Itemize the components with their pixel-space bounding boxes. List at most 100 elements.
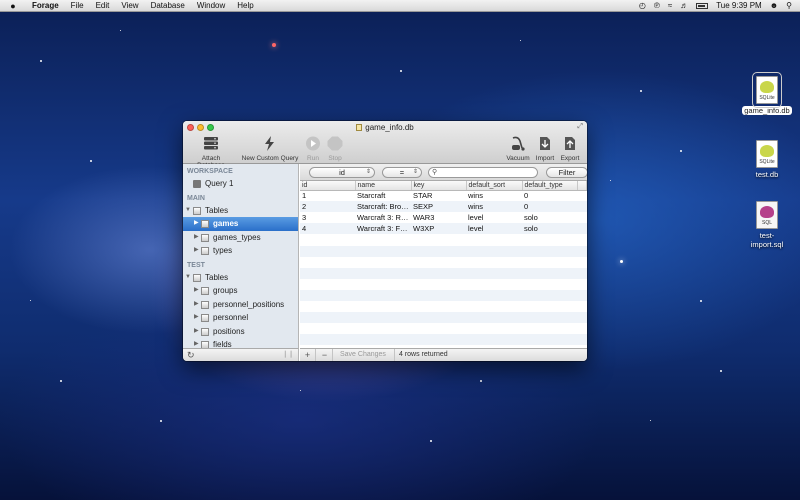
- sidebar-item-positions[interactable]: ▶ positions: [183, 325, 298, 339]
- sidebar-item-main-tables[interactable]: ▼ Tables: [183, 204, 298, 218]
- table-row[interactable]: 1 Starcraft STAR wins 0: [300, 190, 587, 201]
- sidebar-item-fields[interactable]: ▶ fields: [183, 338, 298, 348]
- vacuum-label: Vacuum: [506, 155, 530, 162]
- disclosure-right-icon[interactable]: ▶: [194, 311, 199, 325]
- menu-clock[interactable]: Tue 9:39 PM: [716, 0, 762, 12]
- test-header: TEST: [187, 261, 205, 269]
- table-cell[interactable]: wins: [466, 201, 522, 212]
- menu-window[interactable]: Window: [191, 0, 231, 12]
- table-cell[interactable]: 0: [522, 190, 577, 201]
- table-cell[interactable]: wins: [466, 190, 522, 201]
- sidebar-item-personnel-positions[interactable]: ▶ personnel_positions: [183, 298, 298, 312]
- status-text: 4 rows returned: [394, 349, 448, 361]
- main-header: MAIN: [187, 194, 205, 202]
- run-button[interactable]: Run: [304, 136, 322, 162]
- table-cell[interactable]: STAR: [411, 190, 466, 201]
- run-label: Run: [307, 155, 319, 162]
- battery-icon[interactable]: [696, 2, 709, 9]
- disclosure-right-icon[interactable]: ▶: [194, 244, 199, 258]
- sidebar-item-personnel[interactable]: ▶ personnel: [183, 311, 298, 325]
- tables-icon: [193, 273, 201, 282]
- desktop-file-game-info-db[interactable]: SQLite game_info.db: [739, 72, 795, 115]
- window-titlebar: game_info.db ⤢ Attach Database New Custo…: [183, 121, 587, 169]
- operator-select[interactable]: = ⇕: [382, 167, 422, 178]
- menu-database[interactable]: Database: [145, 0, 191, 12]
- table-cell[interactable]: solo: [522, 223, 577, 234]
- table-cell[interactable]: level: [466, 223, 522, 234]
- user-icon[interactable]: ☻: [770, 0, 778, 12]
- sidebar-item-groups[interactable]: ▶ groups: [183, 284, 298, 298]
- remove-row-button[interactable]: −: [317, 349, 333, 361]
- volume-icon[interactable]: ♬: [680, 0, 688, 12]
- sidebar-item-types[interactable]: ▶ types: [183, 244, 298, 258]
- column-header[interactable]: name: [355, 181, 412, 191]
- new-custom-query-button[interactable]: New Custom Query: [240, 136, 300, 162]
- table-cell[interactable]: WAR3: [411, 212, 466, 223]
- sidebar-item-test-tables[interactable]: ▼ Tables: [183, 271, 298, 285]
- table-cell[interactable]: Warcraft 3: F…: [355, 223, 411, 234]
- disclosure-right-icon[interactable]: ▶: [194, 217, 199, 231]
- filter-button[interactable]: Filter: [546, 167, 587, 178]
- table-icon: [201, 287, 209, 295]
- menu-file[interactable]: File: [65, 0, 90, 12]
- column-header[interactable]: default_type: [522, 181, 578, 191]
- export-icon: [565, 137, 575, 150]
- disclosure-right-icon[interactable]: ▶: [194, 338, 199, 348]
- table-cell[interactable]: solo: [522, 212, 577, 223]
- import-icon: [540, 137, 550, 150]
- sidebar-item-query-1[interactable]: Query 1: [183, 177, 298, 191]
- table-cell[interactable]: Starcraft: [355, 190, 411, 201]
- table-cell[interactable]: 0: [522, 201, 577, 212]
- column-select[interactable]: id ⇕: [309, 167, 375, 178]
- menu-app-name[interactable]: Forage: [26, 0, 65, 12]
- spotlight-icon[interactable]: ⚲: [786, 0, 792, 12]
- menu-edit[interactable]: Edit: [90, 0, 116, 12]
- menu-view[interactable]: View: [115, 0, 144, 12]
- filter-search-field[interactable]: ⚲: [428, 167, 538, 178]
- disclosure-down-icon[interactable]: ▼: [185, 271, 191, 285]
- add-row-button[interactable]: +: [300, 349, 316, 361]
- table-cell[interactable]: level: [466, 212, 522, 223]
- custom-query-label: New Custom Query: [241, 155, 299, 162]
- fullscreen-icon[interactable]: ⤢: [577, 123, 583, 131]
- vacuum-button[interactable]: Vacuum: [505, 136, 531, 162]
- import-button[interactable]: Import: [534, 136, 556, 162]
- desktop-file-test-db[interactable]: SQLite test.db: [739, 140, 795, 179]
- table-row[interactable]: 2 Starcraft: Bro… SEXP wins 0: [300, 201, 587, 212]
- table-cell[interactable]: SEXP: [411, 201, 466, 212]
- export-button[interactable]: Export: [559, 136, 581, 162]
- bluetooth-icon[interactable]: ℗: [654, 0, 660, 12]
- table-cell[interactable]: 1: [300, 190, 355, 201]
- wifi-icon[interactable]: ≈: [668, 0, 672, 12]
- search-input[interactable]: [440, 168, 535, 177]
- apple-menu-icon[interactable]: ●: [0, 1, 26, 11]
- sidebar-item-games-types[interactable]: ▶ games_types: [183, 231, 298, 245]
- table-cell[interactable]: W3XP: [411, 223, 466, 234]
- sidebar-item-games[interactable]: ▶ games: [183, 217, 298, 231]
- table-row[interactable]: 4 Warcraft 3: F… W3XP level solo: [300, 223, 587, 234]
- time-machine-icon[interactable]: ◴: [639, 0, 646, 12]
- disclosure-down-icon[interactable]: ▼: [185, 204, 191, 218]
- column-header[interactable]: id: [300, 181, 356, 191]
- column-header[interactable]: key: [411, 181, 467, 191]
- disclosure-right-icon[interactable]: ▶: [194, 284, 199, 298]
- table-cell[interactable]: Starcraft: Bro…: [355, 201, 411, 212]
- save-changes-button[interactable]: Save Changes: [340, 349, 386, 361]
- resize-grip-icon[interactable]: ❘❘: [282, 349, 294, 361]
- stop-button[interactable]: Stop: [326, 136, 344, 162]
- disclosure-right-icon[interactable]: ▶: [194, 231, 199, 245]
- refresh-icon[interactable]: ↻: [187, 349, 195, 361]
- disclosure-right-icon[interactable]: ▶: [194, 325, 199, 339]
- menu-help[interactable]: Help: [231, 0, 259, 12]
- table-row[interactable]: 3 Warcraft 3: R… WAR3 level solo: [300, 212, 587, 223]
- column-header[interactable]: default_sort: [466, 181, 523, 191]
- table-cell[interactable]: Warcraft 3: R…: [355, 212, 411, 223]
- table-cell[interactable]: 4: [300, 223, 355, 234]
- table-cell[interactable]: 3: [300, 212, 355, 223]
- disclosure-right-icon[interactable]: ▶: [194, 298, 199, 312]
- table-cell[interactable]: 2: [300, 201, 355, 212]
- table-icon: [201, 327, 209, 336]
- desktop-file-test-import-sql[interactable]: SQL test- import.sql: [739, 201, 795, 249]
- table-icon: [201, 314, 209, 322]
- document-icon: [356, 124, 363, 131]
